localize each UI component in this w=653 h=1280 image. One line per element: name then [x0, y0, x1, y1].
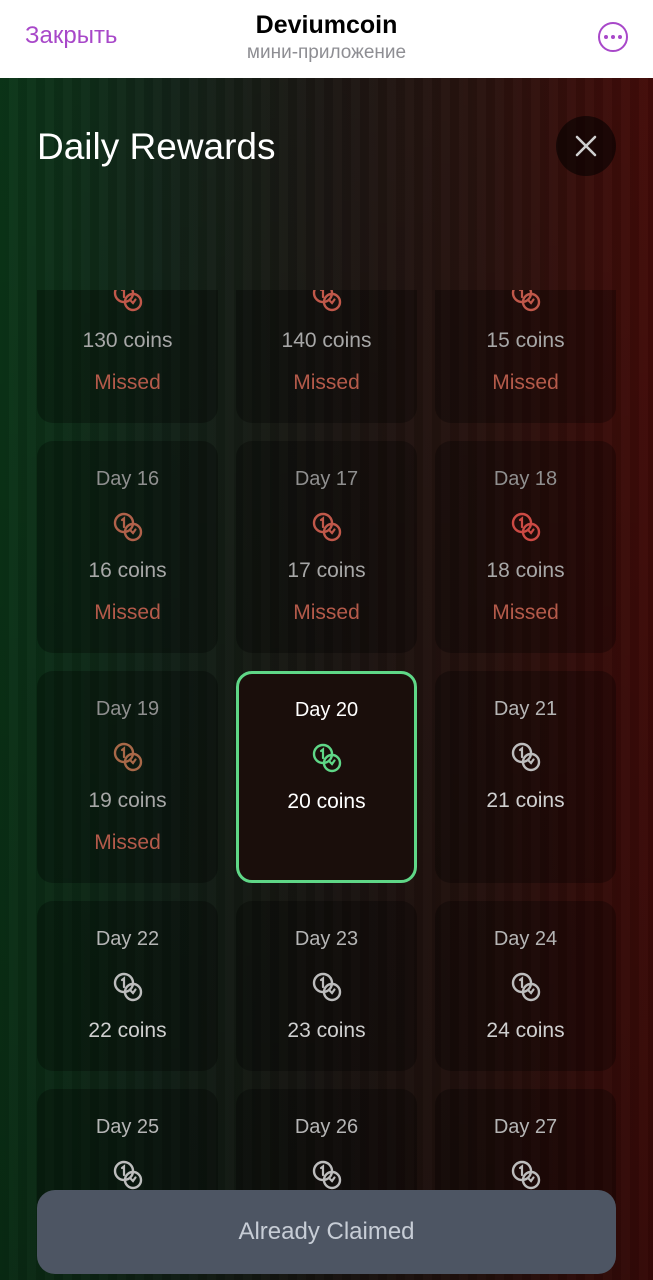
- reward-coins-label: 23 coins: [287, 1019, 366, 1042]
- reward-card-missed: Day 18 18 coins Missed: [435, 441, 616, 653]
- reward-day-label: Day 20: [294, 699, 359, 721]
- reward-day-label: Day 25: [95, 1116, 160, 1138]
- reward-coins-label: 16 coins: [88, 559, 167, 582]
- close-modal-button[interactable]: [556, 116, 616, 176]
- reward-coins-label: 20 coins: [287, 790, 366, 813]
- reward-card-missed: Day 16 16 coins Missed: [37, 441, 218, 653]
- reward-card-upcoming: Day 23 23 coins: [236, 901, 417, 1071]
- reward-status-missed: Missed: [492, 601, 559, 624]
- reward-day-label: Day 27: [493, 1116, 558, 1138]
- coins-icon: [511, 742, 540, 772]
- reward-day-label: Day 18: [493, 468, 558, 490]
- app-subtitle: мини-приложение: [246, 42, 407, 63]
- reward-status-missed: Missed: [492, 371, 559, 394]
- header-title-block: Deviumcoin мини-приложение: [0, 10, 653, 65]
- reward-day-label: Day 21: [493, 698, 558, 720]
- reward-coins-label: 19 coins: [88, 789, 167, 812]
- daily-rewards-modal: Daily Rewards 130 coins Missed 140 coins Mi…: [0, 78, 653, 1280]
- coins-icon: [511, 1160, 540, 1190]
- page-title: Daily Rewards: [37, 126, 276, 167]
- reward-day-label: Day 22: [95, 928, 160, 950]
- reward-coins-label: 15 coins: [486, 329, 565, 352]
- reward-status-missed: Missed: [94, 831, 161, 854]
- coins-icon: [511, 512, 540, 542]
- reward-status-missed: Missed: [293, 601, 360, 624]
- rewards-grid: 130 coins Missed 140 coins Missed 15 coins Mi…: [37, 290, 616, 1232]
- reward-coins-label: 22 coins: [88, 1019, 167, 1042]
- reward-coins-label: 130 coins: [82, 329, 173, 352]
- reward-status-missed: Missed: [94, 371, 161, 394]
- reward-card-missed: Day 17 17 coins Missed: [236, 441, 417, 653]
- reward-card-current[interactable]: Day 20 20 coins: [236, 671, 417, 883]
- reward-day-label: Day 17: [294, 468, 359, 490]
- reward-day-label: Day 24: [493, 928, 558, 950]
- coins-icon: [312, 972, 341, 1002]
- reward-coins-label: 24 coins: [486, 1019, 565, 1042]
- reward-card-upcoming: Day 21 21 coins: [435, 671, 616, 883]
- coins-icon: [113, 972, 142, 1002]
- reward-day-label: Day 26: [294, 1116, 359, 1138]
- coins-icon: [113, 290, 142, 312]
- reward-coins-label: 140 coins: [281, 329, 372, 352]
- coins-icon: [113, 512, 142, 542]
- coins-icon: [511, 290, 540, 312]
- coins-icon: [312, 1160, 341, 1190]
- reward-coins-label: 17 coins: [287, 559, 366, 582]
- reward-card-upcoming: Day 24 24 coins: [435, 901, 616, 1071]
- coins-icon: [113, 742, 142, 772]
- more-options-icon[interactable]: [598, 22, 628, 52]
- reward-day-label: Day 16: [95, 468, 160, 490]
- reward-day-label: Day 19: [95, 698, 160, 720]
- coins-icon: [511, 972, 540, 1002]
- reward-card-upcoming: Day 22 22 coins: [37, 901, 218, 1071]
- reward-coins-label: 21 coins: [486, 789, 565, 812]
- reward-status-missed: Missed: [293, 371, 360, 394]
- reward-status-missed: Missed: [94, 601, 161, 624]
- coins-icon: [312, 512, 341, 542]
- coins-icon: [312, 290, 341, 312]
- rewards-scroll-area[interactable]: 130 coins Missed 140 coins Missed 15 coins Mi…: [0, 290, 653, 1232]
- reward-card-missed: Day 19 19 coins Missed: [37, 671, 218, 883]
- reward-card-missed: 140 coins Missed: [236, 290, 417, 423]
- telegram-header: Закрыть Deviumcoin мини-приложение: [0, 0, 653, 78]
- reward-card-missed: 130 coins Missed: [37, 290, 218, 423]
- coins-icon: [312, 743, 341, 773]
- close-icon: [575, 135, 597, 157]
- coins-icon: [113, 1160, 142, 1190]
- reward-day-label: Day 23: [294, 928, 359, 950]
- reward-coins-label: 18 coins: [486, 559, 565, 582]
- already-claimed-button[interactable]: Already Claimed: [37, 1190, 616, 1274]
- app-title: Deviumcoin: [255, 11, 398, 39]
- reward-card-missed: 15 coins Missed: [435, 290, 616, 423]
